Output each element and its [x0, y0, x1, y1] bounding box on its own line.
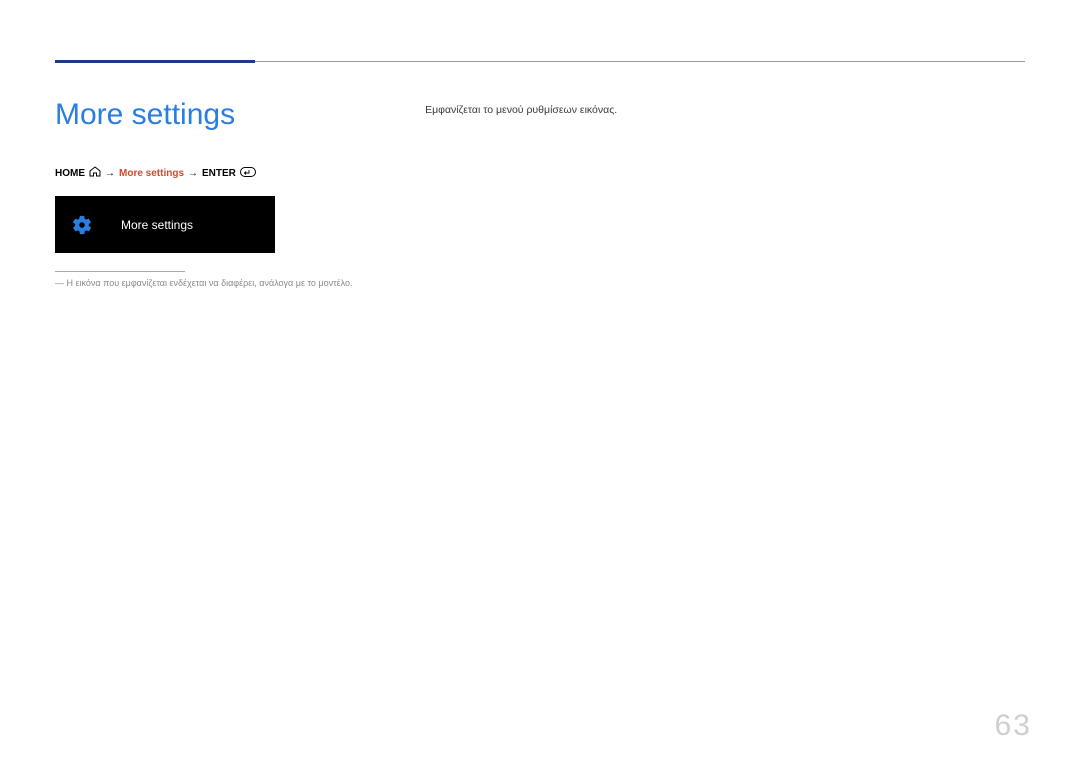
breadcrumb-arrow-2: →	[188, 168, 198, 179]
header-rule	[255, 61, 1025, 62]
footnote: ― Η εικόνα που εμφανίζεται ενδέχεται να …	[55, 278, 1025, 288]
gear-icon	[71, 214, 93, 236]
menu-box: More settings	[55, 196, 275, 253]
accent-bar	[55, 60, 255, 63]
page-title: More settings	[55, 100, 235, 130]
footnote-text: Η εικόνα που εμφανίζεται ενδέχεται να δι…	[67, 278, 353, 288]
footnote-prefix: ―	[55, 278, 64, 288]
enter-icon	[240, 167, 256, 180]
header-row: More settings Εμφανίζεται το μενού ρυθμί…	[55, 100, 1025, 130]
breadcrumb-home-label: HOME	[55, 168, 85, 179]
home-icon	[89, 166, 101, 180]
breadcrumb-arrow-1: →	[105, 168, 115, 179]
menu-label: More settings	[121, 218, 193, 232]
breadcrumb-enter-label: ENTER	[202, 168, 236, 179]
breadcrumb: HOME → More settings → ENTER	[55, 166, 1025, 180]
breadcrumb-highlight: More settings	[119, 168, 184, 179]
page-number: 63	[995, 709, 1032, 743]
footnote-rule	[55, 271, 185, 272]
page-description: Εμφανίζεται το μενού ρυθμίσεων εικόνας.	[425, 104, 617, 116]
